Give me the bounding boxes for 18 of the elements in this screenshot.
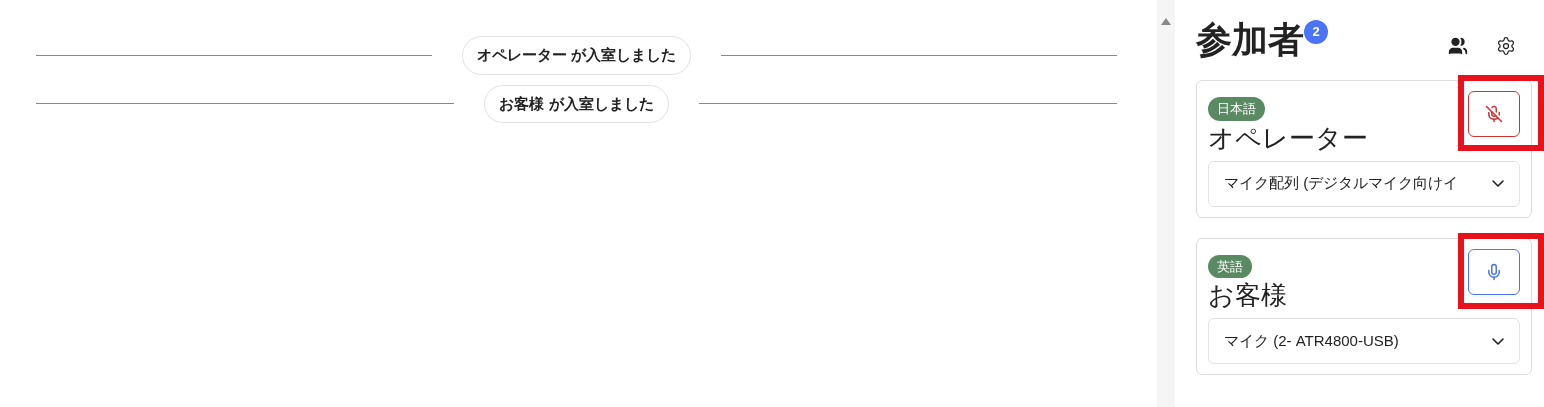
scroll-up-icon[interactable]	[1161, 18, 1171, 25]
mic-button[interactable]	[1468, 248, 1520, 295]
panel-title: 参加者	[1196, 18, 1304, 62]
chevron-down-icon	[1492, 180, 1504, 187]
participant-name: お客様	[1208, 279, 1288, 312]
mic-off-icon	[1485, 105, 1503, 123]
muted-mic-button[interactable]	[1468, 91, 1520, 137]
participant-name: オペレーター	[1208, 121, 1369, 155]
scrollbar[interactable]	[1157, 0, 1175, 407]
settings-icon[interactable]	[1496, 36, 1516, 56]
language-badge: 英語	[1208, 254, 1252, 278]
device-select[interactable]: マイク配列 (デジタルマイク向けイ	[1208, 160, 1520, 207]
language-badge: 日本語	[1208, 97, 1265, 121]
people-icon[interactable]	[1448, 36, 1468, 56]
chevron-down-icon	[1492, 337, 1504, 345]
mic-icon	[1485, 262, 1503, 281]
device-select[interactable]: マイク (2- ATR4800-USB)	[1208, 318, 1520, 364]
count-badge: 2	[1304, 20, 1328, 44]
